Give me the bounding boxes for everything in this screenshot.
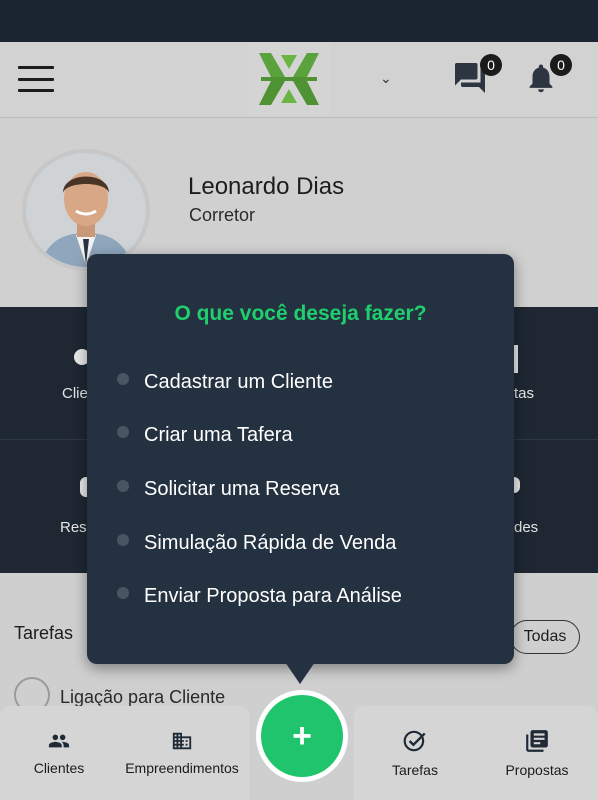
tasks-title: Tarefas [14, 623, 74, 643]
notifications-badge: 0 [550, 54, 572, 76]
menu-button[interactable] [18, 66, 54, 92]
avatar[interactable] [22, 149, 150, 271]
nav-label-tarefas: Tarefas [392, 762, 438, 778]
building-icon [172, 732, 192, 750]
action-solicitar-reserva[interactable]: Solicitar uma Reserva [117, 469, 497, 509]
popover-tail [285, 662, 315, 684]
nav-label-empreendimentos: Empreendimentos [125, 760, 239, 776]
document-icon [526, 730, 548, 752]
add-action-button[interactable]: + [256, 690, 348, 782]
bullet-icon [117, 480, 129, 492]
notifications-button[interactable]: 0 [524, 54, 572, 101]
menu-icon-bar [18, 77, 54, 81]
nav-item-clientes[interactable]: Clientes [0, 706, 118, 800]
app-header: ⌄ 0 0 [0, 42, 598, 118]
bottom-nav-right-panel: Tarefas Propostas [354, 706, 598, 800]
action-label: Criar uma Tafera [144, 423, 293, 446]
nav-item-propostas[interactable]: Propostas [476, 706, 598, 800]
chat-button[interactable]: 0 [452, 54, 502, 101]
dashboard-item-label[interactable]: tas [514, 385, 534, 402]
chat-badge: 0 [480, 54, 502, 76]
action-label: Cadastrar um Cliente [144, 370, 333, 393]
action-label: Enviar Proposta para Análise [144, 584, 402, 607]
action-label: Simulação Rápida de Venda [144, 531, 397, 554]
bottom-nav-left-panel: Clientes Empreendimentos [0, 706, 250, 800]
nav-label-clientes: Clientes [33, 760, 85, 776]
action-enviar-proposta[interactable]: Enviar Proposta para Análise [117, 576, 497, 616]
status-bar [0, 0, 598, 42]
nav-label-propostas: Propostas [505, 762, 569, 778]
logo-icon [259, 53, 319, 105]
check-circle-icon [403, 730, 426, 752]
bullet-icon [117, 426, 129, 438]
dashboard-item-label[interactable]: Res [60, 519, 87, 536]
view-all-tasks-button[interactable]: Todas [510, 620, 580, 654]
profile-name: Leonardo Dias [188, 173, 345, 200]
bullet-icon [117, 373, 129, 385]
menu-icon-bar [18, 89, 54, 92]
nav-item-tarefas[interactable]: Tarefas [354, 706, 476, 800]
chevron-down-icon[interactable]: ⌄ [380, 70, 392, 87]
nav-item-empreendimentos[interactable]: Empreendimentos [118, 706, 246, 800]
action-cadastrar-cliente[interactable]: Cadastrar um Cliente [117, 362, 497, 402]
popover-title: O que você deseja fazer? [174, 302, 427, 325]
dashboard-item-label[interactable]: Clie [62, 385, 88, 402]
profile-role: Corretor [189, 205, 256, 225]
action-criar-tarefa[interactable]: Criar uma Tafera [117, 415, 497, 455]
action-label: Solicitar uma Reserva [144, 477, 340, 500]
plus-icon: + [261, 695, 343, 777]
avatar-photo [26, 153, 146, 267]
bullet-icon [117, 534, 129, 546]
company-logo [248, 42, 330, 116]
dashboard-item-label[interactable]: des [514, 519, 538, 536]
quick-actions-popover: O que você deseja fazer? Cadastrar um Cl… [87, 254, 514, 664]
bullet-icon [117, 587, 129, 599]
people-icon [48, 734, 70, 748]
action-simulacao-venda[interactable]: Simulação Rápida de Venda [117, 523, 497, 563]
menu-icon-bar [18, 66, 54, 69]
task-label[interactable]: Ligação para Cliente [60, 687, 225, 708]
